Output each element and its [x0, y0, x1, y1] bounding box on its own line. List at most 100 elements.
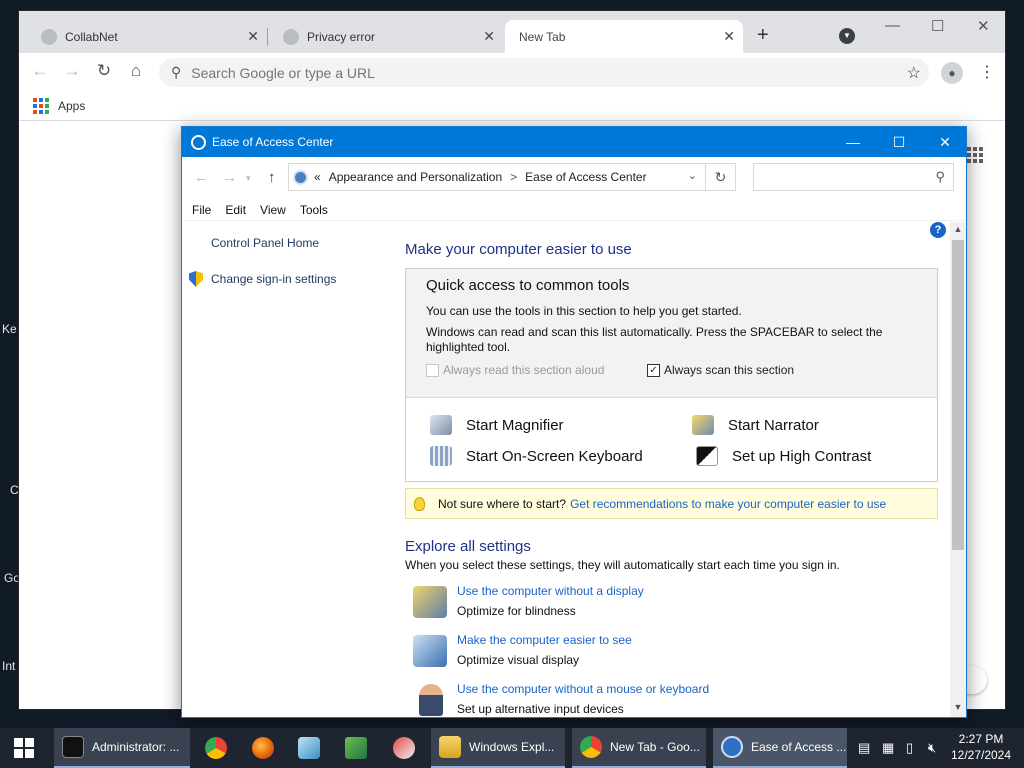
close-icon[interactable]: ✕	[247, 28, 259, 45]
taskbar-cmd[interactable]: Administrator: ...	[54, 728, 190, 768]
bookmark-apps[interactable]: Apps	[58, 99, 85, 113]
close-icon[interactable]: ✕	[483, 28, 495, 45]
tab-new-tab[interactable]: New Tab ✕	[505, 20, 743, 53]
quick-access-header: Quick access to common tools You can use…	[406, 269, 937, 398]
chevron-down-icon[interactable]: ⌄	[688, 169, 697, 182]
breadcrumb-item[interactable]: Appearance and Personalization	[329, 170, 502, 184]
minimize-button[interactable]: —	[830, 127, 876, 157]
main-content: Make your computer easier to use Quick a…	[405, 222, 950, 717]
maximize-button[interactable]: ☐	[876, 127, 922, 157]
quick-access-text: highlighted tool.	[426, 340, 511, 354]
menu-kebab-icon[interactable]: ⋮	[979, 62, 995, 82]
clock-date: 12/27/2024	[950, 748, 1012, 762]
scan-section-checkbox[interactable]: ✓ Always scan this section	[647, 363, 794, 377]
forward-icon[interactable]: →	[61, 61, 83, 81]
tab-separator	[267, 28, 268, 46]
checkbox-unchecked[interactable]	[426, 363, 439, 377]
windows-start-icon[interactable]	[14, 738, 34, 758]
omnibox[interactable]: ⚲ ☆	[159, 58, 929, 87]
menu-tools[interactable]: Tools	[300, 203, 328, 217]
narrator-icon	[692, 415, 714, 435]
desktop-icon-label[interactable]: Ke	[2, 322, 17, 336]
close-icon[interactable]: ✕	[977, 17, 990, 35]
setting-desc: Optimize for blindness	[457, 604, 576, 618]
start-magnifier-button[interactable]: Start Magnifier	[430, 415, 564, 435]
battery-icon[interactable]: ▯	[906, 740, 913, 756]
omnibox-input[interactable]	[191, 64, 872, 81]
tab-collabnet[interactable]: CollabNet ✕	[27, 20, 267, 53]
back-icon[interactable]: ←	[194, 169, 209, 186]
menu-view[interactable]: View	[260, 203, 286, 217]
start-on-screen-keyboard-button[interactable]: Start On-Screen Keyboard	[430, 446, 643, 466]
forward-icon[interactable]: →	[222, 169, 237, 186]
taskbar-explorer[interactable]: Windows Expl...	[431, 728, 565, 768]
network-icon[interactable]: ▤	[858, 740, 870, 756]
breadcrumb-prefix: «	[314, 170, 321, 184]
taskbar-label: Windows Expl...	[469, 740, 555, 754]
volume-muted-icon[interactable]: 🔇︎	[928, 740, 936, 756]
desktop-icon-label[interactable]: Int	[2, 659, 15, 673]
tool-label: Start On-Screen Keyboard	[466, 447, 643, 465]
search-box[interactable]: ⚲	[753, 163, 954, 191]
address-bar[interactable]: « Appearance and Personalization > Ease …	[288, 163, 706, 191]
minimize-icon[interactable]: —	[885, 17, 900, 34]
refresh-button[interactable]: ↻	[706, 163, 736, 191]
scroll-thumb[interactable]	[952, 240, 964, 550]
google-apps-icon[interactable]	[967, 147, 983, 163]
taskbar-label: Ease of Access ...	[751, 740, 847, 754]
profile-avatar-icon[interactable]: ●	[941, 62, 963, 84]
notepad-icon[interactable]	[298, 737, 320, 759]
monitor-magnify-icon	[413, 635, 447, 667]
home-icon[interactable]: ⌂	[125, 61, 147, 81]
setting-desc: Optimize visual display	[457, 653, 580, 667]
bookmark-star-icon[interactable]: ☆	[907, 63, 921, 83]
search-icon[interactable]: ⚲	[935, 169, 945, 185]
menu-edit[interactable]: Edit	[225, 203, 246, 217]
checkbox-checked[interactable]: ✓	[647, 363, 660, 377]
high-contrast-icon	[696, 446, 718, 466]
window-title: Ease of Access Center	[212, 135, 334, 149]
apps-grid-icon[interactable]	[33, 97, 49, 114]
clock-time: 2:27 PM	[958, 732, 1004, 746]
magnifier-icon	[430, 415, 452, 435]
warning-icon	[283, 28, 299, 45]
taskbar-ease-of-access[interactable]: Ease of Access ...	[713, 728, 847, 768]
color-icon[interactable]: ▦	[882, 740, 894, 756]
high-contrast-button[interactable]: Set up High Contrast	[696, 446, 871, 466]
tool-label: Start Magnifier	[466, 416, 564, 434]
setting-link[interactable]: Use the computer without a mouse or keyb…	[457, 682, 709, 696]
tab-title: CollabNet	[65, 29, 118, 44]
menu-file[interactable]: File	[192, 203, 211, 217]
tab-privacy-error[interactable]: Privacy error ✕	[269, 20, 503, 53]
reload-icon[interactable]: ↻	[93, 61, 115, 81]
back-icon[interactable]: ←	[29, 61, 51, 81]
recommendations-link[interactable]: Get recommendations to make your compute…	[570, 497, 886, 511]
recent-locations-icon[interactable]: ▾	[246, 173, 251, 184]
scroll-down-icon[interactable]: ▼	[950, 702, 966, 712]
tab-search-icon[interactable]: ▼	[839, 28, 855, 44]
up-icon[interactable]: ↑	[268, 169, 276, 186]
firefox-icon[interactable]	[252, 737, 274, 759]
person-icon	[419, 684, 443, 716]
close-button[interactable]: ✕	[922, 127, 966, 157]
quick-access-title: Quick access to common tools	[426, 277, 630, 294]
new-tab-button[interactable]: +	[757, 25, 769, 45]
taskbar-chrome[interactable]: New Tab - Goo...	[572, 728, 706, 768]
search-input[interactable]	[758, 165, 928, 189]
maximize-icon[interactable]: ☐	[931, 17, 944, 35]
read-aloud-checkbox[interactable]: Always read this section aloud	[426, 363, 604, 377]
spreadsheet-icon[interactable]	[345, 737, 367, 759]
tool-label: Set up High Contrast	[732, 447, 872, 465]
breadcrumb-item[interactable]: Ease of Access Center	[525, 170, 646, 184]
chrome-icon[interactable]	[205, 737, 227, 759]
start-narrator-button[interactable]: Start Narrator	[692, 415, 819, 435]
control-panel-home-link[interactable]: Control Panel Home	[211, 236, 319, 250]
setting-link[interactable]: Make the computer easier to see	[457, 633, 632, 647]
vertical-scrollbar[interactable]: ▲ ▼	[950, 222, 966, 717]
change-sign-in-settings-link[interactable]: Change sign-in settings	[211, 272, 336, 286]
system-clock[interactable]: 2:27 PM 12/27/2024	[946, 731, 1016, 763]
close-icon[interactable]: ✕	[723, 28, 735, 45]
paint-icon[interactable]	[393, 737, 415, 759]
setting-link[interactable]: Use the computer without a display	[457, 584, 644, 598]
scroll-up-icon[interactable]: ▲	[950, 224, 966, 234]
